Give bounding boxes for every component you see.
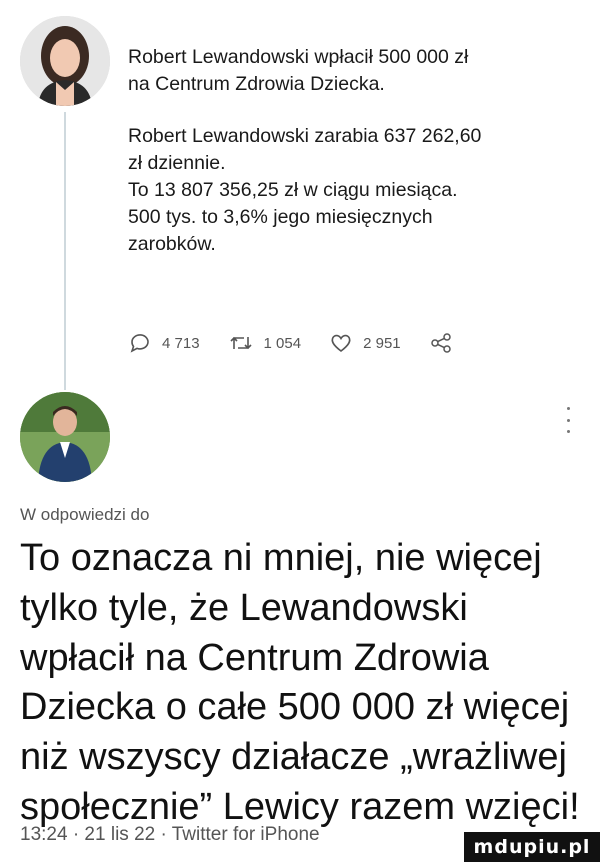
- reply-line: To oznacza ni mniej, nie więcej: [20, 537, 542, 579]
- more-dot: [566, 407, 570, 410]
- more-dot: [566, 430, 570, 433]
- retweet-icon: [229, 336, 252, 350]
- original-tweet-text: Robert Lewandowski wpłacił 500 000 zł na…: [128, 44, 578, 258]
- watermark-logo: mdupiu.pl: [464, 832, 600, 862]
- avatar-image: [20, 16, 110, 106]
- reply-context: W odpowiedzi do: [20, 505, 150, 524]
- reply-icon: [130, 334, 149, 353]
- share-button[interactable]: [429, 331, 463, 355]
- retweet-button[interactable]: 1 054: [228, 331, 302, 355]
- reply-line: tylko tyle, że Lewandowski: [20, 586, 468, 629]
- tweet-line: 500 tys. to 3,6% jego miesięcznych: [128, 206, 433, 228]
- reply-line: Dziecka o całe 500 000 zł więcej: [20, 686, 570, 729]
- reply-line: niż wszyscy działacze „wrażliwej: [20, 736, 567, 779]
- retweet-count: 1 054: [263, 334, 302, 352]
- reply-button[interactable]: 4 713: [128, 331, 200, 355]
- tweet-line: Robert Lewandowski wpłacił 500 000 zł: [128, 46, 469, 68]
- tweet-line: zarobków.: [128, 233, 216, 255]
- reply-count: 4 713: [162, 334, 200, 352]
- share-icon: [430, 333, 451, 353]
- like-count: 2 951: [363, 334, 401, 352]
- avatar[interactable]: [20, 16, 110, 106]
- like-button[interactable]: 2 951: [329, 331, 401, 355]
- tweet-line: na Centrum Zdrowia Dziecka.: [128, 73, 385, 95]
- more-dot: [566, 418, 570, 422]
- like-icon: [331, 334, 351, 353]
- thread-connector: [64, 112, 66, 390]
- tweet-line: To 13 807 356,25 zł w ciągu miesiąca.: [128, 179, 458, 201]
- avatar-image: [20, 392, 110, 482]
- tweet-line: zł dziennie.: [128, 152, 226, 174]
- avatar[interactable]: [20, 392, 110, 482]
- tweet-metadata[interactable]: 13:24 · 21 lis 22 · Twitter for iPhone: [20, 824, 320, 846]
- tweet-line: Robert Lewandowski zarabia 637 262,60: [128, 125, 482, 147]
- more-icon[interactable]: [562, 407, 574, 433]
- reply-line: wpłacił na Centrum Zdrowia: [20, 636, 489, 679]
- tweet-actions: 4 713 1 054 2 951: [128, 328, 568, 358]
- reply-tweet-text: To oznacza ni mniej, nie więcej tylko ty…: [20, 534, 585, 833]
